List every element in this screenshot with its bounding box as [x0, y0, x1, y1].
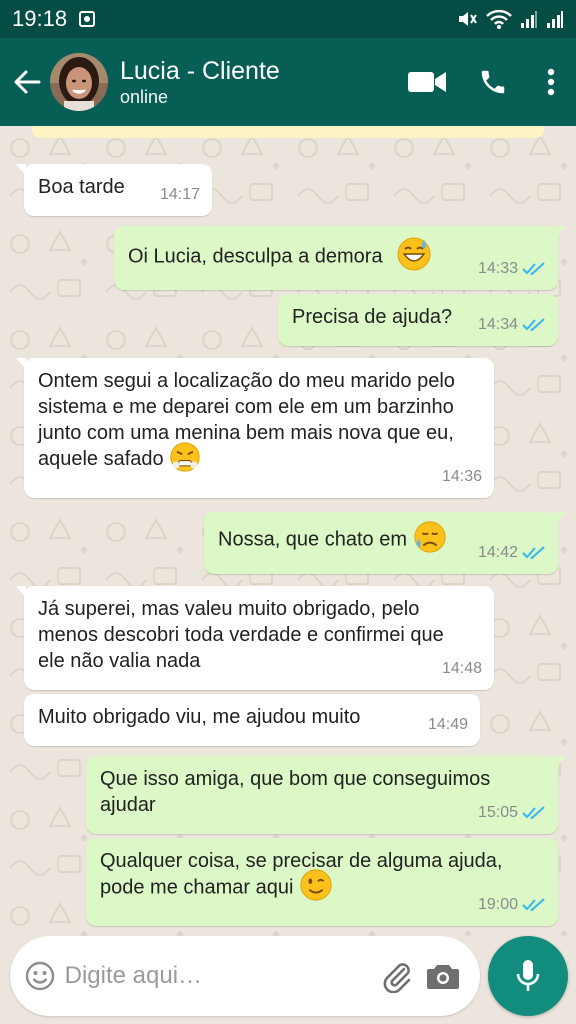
message-outgoing[interactable]: Oi Lucia, desculpa a demora 14:33: [114, 226, 566, 290]
message-time: 19:00: [477, 896, 518, 913]
camera-icon: [427, 965, 460, 989]
message-meta: 14:34: [478, 312, 546, 338]
camera-button[interactable]: [420, 948, 466, 1004]
paperclip-icon: [384, 963, 411, 993]
message-incoming[interactable]: Ontem segui a localização do meu marido …: [16, 358, 494, 498]
avatar-image: [50, 53, 108, 111]
signal-icon-1: [521, 11, 537, 28]
header-actions: [394, 52, 576, 112]
winking-emoji: [300, 869, 332, 901]
message-time: 14:48: [441, 660, 482, 677]
message-text: Oi Lucia, desculpa a demora: [128, 245, 383, 268]
back-button[interactable]: [4, 38, 50, 126]
message-time: 14:17: [159, 186, 200, 203]
read-receipt-icon: [522, 546, 545, 560]
arrow-left-icon: [14, 70, 41, 94]
read-receipt-icon: [522, 318, 545, 332]
more-vert-icon: [547, 68, 555, 96]
message-text: Ontem segui a localização do meu marido …: [38, 370, 455, 470]
message-outgoing[interactable]: Qualquer coisa, se precisar de alguma aj…: [86, 838, 558, 926]
emoji-button[interactable]: [24, 956, 57, 996]
message-text: Já superei, mas valeu muito obrigado, pe…: [38, 598, 444, 672]
message-incoming[interactable]: Muito obrigado viu, me ajudou muito 14:4…: [24, 694, 480, 746]
message-outgoing[interactable]: Precisa de ajuda? 14:34: [278, 294, 558, 346]
read-receipt-icon: [522, 806, 545, 820]
grinning-sweat-emoji: [397, 237, 431, 271]
more-options-button[interactable]: [526, 52, 576, 112]
mute-icon: [459, 12, 477, 26]
message-outgoing[interactable]: Que isso amiga, que bom que conseguimos …: [86, 756, 566, 834]
message-time: 14:36: [441, 468, 482, 485]
contact-name: Lucia - Cliente: [120, 57, 280, 85]
contact-status: online: [120, 87, 169, 107]
message-time: 14:34: [477, 316, 518, 333]
notification-icon: [79, 11, 96, 27]
message-text: Nossa, que chato em: [218, 528, 407, 551]
voice-record-button[interactable]: [488, 936, 568, 1016]
read-receipt-icon: [522, 898, 545, 912]
phone-call-button[interactable]: [460, 52, 526, 112]
read-receipt-icon: [522, 262, 545, 276]
status-bar: 19:18: [0, 0, 576, 38]
chat-header: Lucia - Cliente online: [0, 38, 576, 126]
message-text: Precisa de ajuda?: [292, 306, 453, 328]
message-meta: 19:00: [478, 892, 546, 918]
video-call-button[interactable]: [394, 52, 460, 112]
previous-message-peek: [32, 126, 544, 138]
message-incoming[interactable]: Boa tarde 14:17: [16, 164, 212, 216]
phone-icon: [481, 70, 505, 94]
steam-nose-emoji: [170, 442, 200, 472]
message-meta: 14:48: [442, 656, 482, 682]
message-text: Que isso amiga, que bom que conseguimos …: [100, 768, 491, 816]
message-meta: 14:36: [442, 464, 482, 490]
contact-info[interactable]: Lucia - Cliente online: [120, 56, 280, 108]
message-meta: 15:05: [478, 800, 546, 826]
message-input[interactable]: [64, 962, 375, 990]
message-outgoing[interactable]: Nossa, que chato em 14:42: [204, 512, 566, 574]
attach-button[interactable]: [375, 948, 421, 1004]
message-meta: 14:49: [428, 712, 468, 738]
message-time: 14:33: [477, 260, 518, 277]
chat-area[interactable]: Boa tarde 14:17 Oi Lucia, desculpa a dem…: [0, 126, 576, 936]
message-meta: 14:42: [478, 540, 546, 566]
message-text: Boa tarde: [38, 176, 125, 198]
message-text: Muito obrigado viu, me ajudou muito: [38, 706, 361, 728]
microphone-icon: [516, 960, 540, 991]
message-composer: [10, 936, 480, 1016]
sad-sweat-emoji: [413, 521, 446, 553]
smiley-icon: [26, 961, 55, 991]
message-time: 14:49: [427, 716, 468, 733]
message-meta: 14:33: [478, 256, 546, 282]
status-time: 19:18: [12, 6, 68, 31]
message-incoming[interactable]: Já superei, mas valeu muito obrigado, pe…: [16, 586, 494, 690]
message-time: 14:42: [477, 544, 518, 561]
status-icons: [456, 8, 564, 30]
video-call-icon: [408, 72, 446, 92]
wifi-icon: [486, 9, 512, 29]
avatar[interactable]: [50, 53, 108, 111]
signal-icon-2: [547, 11, 563, 28]
message-meta: 14:17: [160, 182, 200, 208]
message-time: 15:05: [477, 804, 518, 821]
